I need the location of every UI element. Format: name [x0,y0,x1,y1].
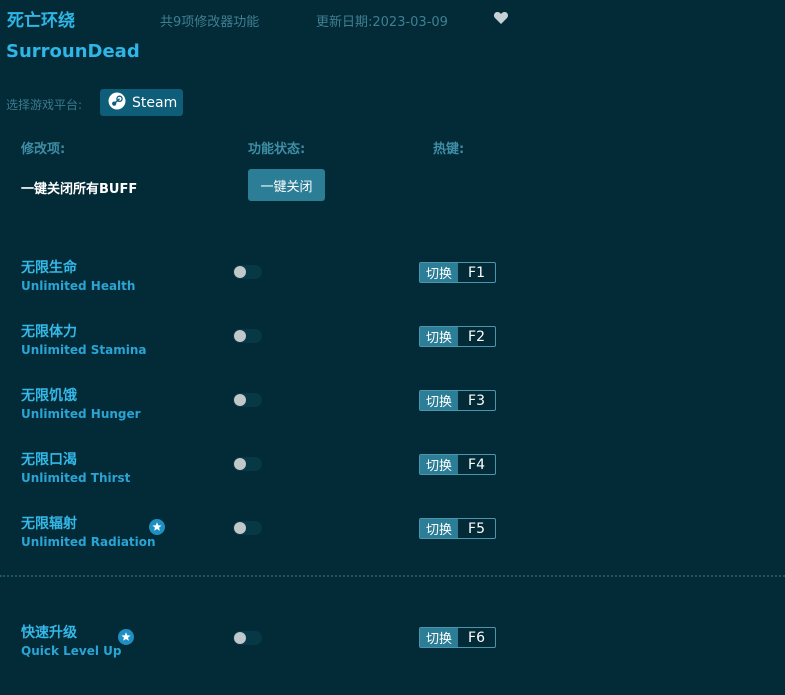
toggle-knob [234,632,246,644]
hotkey-button[interactable]: 切换 F5 [419,518,496,539]
column-header-status: 功能状态: [248,142,306,157]
hotkey-action-label: 切换 [420,455,458,474]
hotkey-key: F1 [468,264,485,281]
cheat-row: 无限辐射 Unlimited Radiation [21,513,156,549]
column-header-hotkey: 热键: [433,142,465,157]
disable-buff-label: 一键关闭所有BUFF [21,182,138,197]
platform-label: 选择游戏平台: [6,98,83,112]
section-divider [0,575,785,577]
cheat-row: 快速升级 Quick Level Up [21,622,122,658]
cheat-row: 无限生命 Unlimited Health [21,257,135,293]
hotkey-key: F3 [468,392,485,409]
steam-platform-button[interactable]: Steam [100,89,183,116]
hotkey-action-label: 切换 [420,391,458,410]
cheat-toggle[interactable] [233,329,262,343]
toggle-knob [234,330,246,342]
update-date: 更新日期:2023-03-09 [316,15,448,30]
steam-label: Steam [132,94,178,111]
star-badge-icon [118,629,134,645]
cheat-row: 无限体力 Unlimited Stamina [21,321,147,357]
cheat-row: 无限饥饿 Unlimited Hunger [21,385,141,421]
hotkey-key: F2 [468,328,485,345]
hotkey-action-label: 切换 [420,327,458,346]
cheat-name-cn: 无限生命 [21,260,77,276]
hotkey-action-label: 切换 [420,519,458,538]
hotkey-key: F6 [468,629,485,646]
cheat-name-en: Unlimited Health [21,279,136,293]
steam-icon [108,92,126,114]
cheat-row: 无限口渴 Unlimited Thirst [21,449,130,485]
star-badge-icon [149,519,165,535]
feature-count: 共9项修改器功能 [160,15,260,30]
hotkey-button[interactable]: 切换 F6 [419,627,496,648]
heart-icon[interactable] [493,10,509,26]
close-all-button[interactable]: 一键关闭 [248,169,325,201]
toggle-knob [234,522,246,534]
cheat-name-cn: 无限口渴 [21,452,77,468]
cheat-name-cn: 无限饥饿 [21,388,77,404]
hotkey-button[interactable]: 切换 F3 [419,390,496,411]
game-title-cn: 死亡环绕 [7,11,75,31]
cheat-name-en: Unlimited Radiation [21,535,156,549]
toggle-knob [234,266,246,278]
cheat-name-cn: 无限辐射 [21,516,77,532]
hotkey-action-label: 切换 [420,628,458,647]
cheat-name-en: Unlimited Hunger [21,407,141,421]
cheat-name-cn: 快速升级 [21,625,77,641]
cheat-toggle[interactable] [233,521,262,535]
toggle-knob [234,394,246,406]
hotkey-action-label: 切换 [420,263,458,282]
cheat-toggle[interactable] [233,265,262,279]
cheat-toggle[interactable] [233,393,262,407]
hotkey-key: F4 [468,456,485,473]
cheat-toggle[interactable] [233,631,262,645]
hotkey-button[interactable]: 切换 F2 [419,326,496,347]
hotkey-key: F5 [468,520,485,537]
cheat-name-cn: 无限体力 [21,324,77,340]
hotkey-button[interactable]: 切换 F4 [419,454,496,475]
cheat-name-en: Quick Level Up [21,644,122,658]
cheat-name-en: Unlimited Thirst [21,471,131,485]
toggle-knob [234,458,246,470]
column-header-mod: 修改项: [21,142,66,157]
game-title-en: SurrounDead [6,41,140,62]
hotkey-button[interactable]: 切换 F1 [419,262,496,283]
cheat-name-en: Unlimited Stamina [21,343,147,357]
cheat-toggle[interactable] [233,457,262,471]
